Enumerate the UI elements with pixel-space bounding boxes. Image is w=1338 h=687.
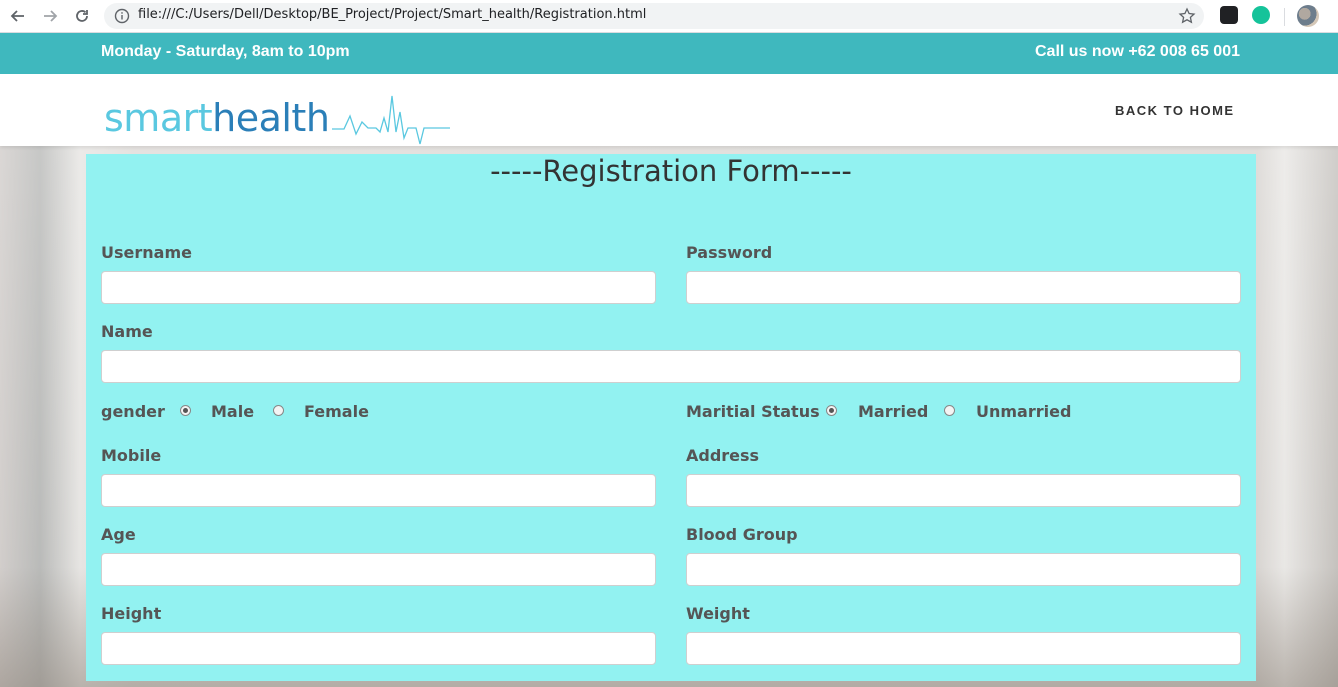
site-header: smarthealth BACK TO HOME <box>0 74 1338 146</box>
info-icon[interactable] <box>114 8 130 24</box>
mobile-input[interactable] <box>101 474 656 507</box>
smarthealth-logo[interactable]: smarthealth <box>104 92 450 150</box>
back-to-home-link[interactable]: BACK TO HOME <box>1115 103 1235 118</box>
blood-group-input[interactable] <box>686 553 1241 586</box>
mobile-label: Mobile <box>101 446 162 465</box>
phone-number: Call us now +62 008 65 001 <box>1034 43 1240 60</box>
height-input[interactable] <box>101 632 656 665</box>
name-label: Name <box>101 322 153 341</box>
url-text[interactable]: file:///C:/Users/Dell/Desktop/BE_Project… <box>138 7 646 22</box>
forward-arrow-icon[interactable] <box>38 4 62 28</box>
marital-married-label[interactable]: Married <box>858 402 928 421</box>
logo-text: smarthealth <box>104 96 330 140</box>
top-info-bar: Monday - Saturday, 8am to 10pm Call us n… <box>0 33 1338 74</box>
bookmark-star-icon[interactable] <box>1178 7 1196 25</box>
address-label: Address <box>686 446 760 465</box>
address-input[interactable] <box>686 474 1241 507</box>
extension-icon[interactable] <box>1220 6 1238 24</box>
weight-label: Weight <box>686 604 750 623</box>
username-input[interactable] <box>101 271 656 304</box>
registration-form: -----Registration Form----- Username Pas… <box>86 154 1256 681</box>
marital-unmarried-label[interactable]: Unmarried <box>976 402 1071 421</box>
password-input[interactable] <box>686 271 1241 304</box>
toolbar-divider <box>1284 8 1285 26</box>
age-input[interactable] <box>101 553 656 586</box>
height-label: Height <box>101 604 162 623</box>
blood-group-label: Blood Group <box>686 525 798 544</box>
username-label: Username <box>101 243 192 262</box>
form-title: -----Registration Form----- <box>490 154 852 188</box>
opening-hours: Monday - Saturday, 8am to 10pm <box>101 43 350 60</box>
back-arrow-icon[interactable] <box>6 4 30 28</box>
password-label: Password <box>686 243 773 262</box>
gender-female-radio[interactable] <box>273 405 284 416</box>
grammarly-icon[interactable] <box>1252 6 1270 24</box>
address-bar[interactable]: file:///C:/Users/Dell/Desktop/BE_Project… <box>104 3 1204 29</box>
marital-status-label: Maritial Status <box>686 402 820 421</box>
profile-avatar[interactable] <box>1297 5 1319 27</box>
reload-icon[interactable] <box>70 4 94 28</box>
marital-unmarried-radio[interactable] <box>944 405 955 416</box>
age-label: Age <box>101 525 136 544</box>
gender-female-label[interactable]: Female <box>304 402 369 421</box>
gender-male-label[interactable]: Male <box>211 402 254 421</box>
gender-male-radio[interactable] <box>180 405 191 416</box>
weight-input[interactable] <box>686 632 1241 665</box>
name-input[interactable] <box>101 350 1241 383</box>
marital-married-radio[interactable] <box>826 405 837 416</box>
heartbeat-pulse-icon <box>332 95 450 145</box>
gender-label: gender <box>101 402 165 421</box>
browser-toolbar: file:///C:/Users/Dell/Desktop/BE_Project… <box>0 0 1338 33</box>
